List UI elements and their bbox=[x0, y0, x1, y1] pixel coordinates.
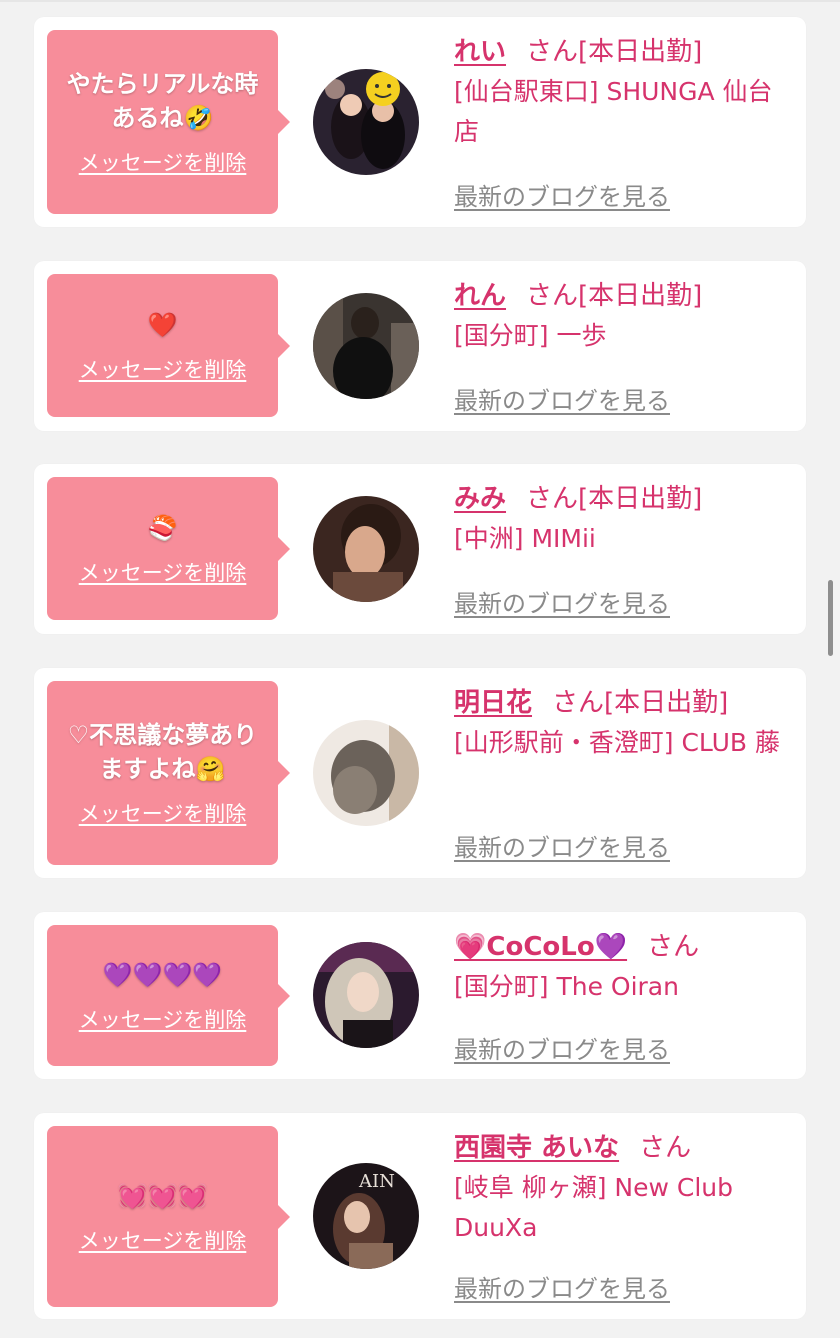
cast-info: 💗CoCoLo💜 さん [国分町] The Oiran bbox=[454, 927, 784, 1007]
message-text: ❤️ bbox=[147, 310, 178, 339]
cast-name-link[interactable]: 明日花 bbox=[454, 688, 532, 718]
cast-name-link[interactable]: 西園寺 あいな bbox=[454, 1133, 619, 1163]
cast-info: 明日花 さん[本日出勤] [山形駅前・香澄町] CLUB 藤 bbox=[454, 683, 784, 763]
delete-message-link[interactable]: メッセージを削除 bbox=[79, 1225, 247, 1255]
cast-info: みみ さん[本日出勤] [中洲] MIMii bbox=[454, 479, 784, 559]
message-text: 💜💜💜💜 bbox=[102, 960, 223, 989]
message-bubble: 💓💓💓 メッセージを削除 bbox=[47, 1126, 290, 1307]
message-bubble: ♡不思議な夢ありますよね🤗 メッセージを削除 bbox=[47, 681, 290, 865]
avatar[interactable] bbox=[313, 69, 419, 175]
delete-message-link[interactable]: メッセージを削除 bbox=[79, 798, 247, 828]
avatar[interactable] bbox=[313, 496, 419, 602]
honorific: さん bbox=[552, 688, 605, 718]
status-badge: [本日出勤] bbox=[578, 484, 703, 514]
status-badge: [本日出勤] bbox=[604, 688, 729, 718]
cast-name-link[interactable]: れん bbox=[454, 281, 506, 311]
svg-text:AIN: AIN bbox=[358, 1171, 395, 1192]
message-card: 🍣 メッセージを削除 みみ さん[本日出勤] [中洲] MIMii 最新のブログを… bbox=[34, 464, 806, 634]
message-bubble: 💜💜💜💜 メッセージを削除 bbox=[47, 925, 290, 1066]
status-badge: [本日出勤] bbox=[578, 37, 703, 67]
scrollbar[interactable] bbox=[828, 580, 833, 656]
cast-info: れん さん[本日出勤] [国分町] 一歩 bbox=[454, 276, 784, 356]
top-divider bbox=[0, 0, 840, 2]
avatar[interactable] bbox=[313, 293, 419, 399]
avatar[interactable] bbox=[313, 942, 419, 1048]
cast-name-link[interactable]: 💗CoCoLo💜 bbox=[454, 932, 627, 962]
shop-label: [中洲] MIMii bbox=[454, 524, 596, 553]
shop-label: [国分町] 一歩 bbox=[454, 321, 607, 350]
latest-blog-link[interactable]: 最新のブログを見る bbox=[454, 828, 670, 863]
delete-message-link[interactable]: メッセージを削除 bbox=[79, 354, 247, 384]
cast-info: 西園寺 あいな さん [岐阜 柳ヶ瀬] New Club DuuXa bbox=[454, 1128, 784, 1248]
message-card: 💓💓💓 メッセージを削除 AIN 西園寺 あいな さん [岐阜 柳ヶ瀬] New … bbox=[34, 1113, 806, 1319]
message-card: 💜💜💜💜 メッセージを削除 💗CoCoLo💜 さん [国分町] The Oiran… bbox=[34, 912, 806, 1079]
honorific: さん bbox=[647, 932, 700, 962]
message-text: 🍣 bbox=[147, 513, 178, 542]
delete-message-link[interactable]: メッセージを削除 bbox=[79, 1004, 247, 1034]
avatar[interactable] bbox=[313, 720, 419, 826]
message-bubble: 🍣 メッセージを削除 bbox=[47, 477, 290, 620]
shop-label: [岐阜 柳ヶ瀬] New Club DuuXa bbox=[454, 1173, 733, 1242]
honorific: さん bbox=[526, 37, 579, 67]
message-card: ♡不思議な夢ありますよね🤗 メッセージを削除 明日花 さん[本日出勤] [山形駅前… bbox=[34, 668, 806, 878]
avatar[interactable]: AIN bbox=[313, 1163, 419, 1269]
cast-name-link[interactable]: れい bbox=[454, 37, 506, 67]
shop-label: [山形駅前・香澄町] CLUB 藤 bbox=[454, 728, 780, 757]
delete-message-link[interactable]: メッセージを削除 bbox=[79, 147, 247, 177]
message-card: やたらリアルな時あるね🤣 メッセージを削除 れい さん[本日出勤] [仙台駅東口]… bbox=[34, 17, 806, 227]
honorific: さん bbox=[526, 484, 579, 514]
cast-name-link[interactable]: みみ bbox=[454, 484, 506, 514]
latest-blog-link[interactable]: 最新のブログを見る bbox=[454, 177, 670, 212]
message-bubble: やたらリアルな時あるね🤣 メッセージを削除 bbox=[47, 30, 290, 214]
message-bubble: ❤️ メッセージを削除 bbox=[47, 274, 290, 417]
shop-label: [国分町] The Oiran bbox=[454, 972, 679, 1001]
honorific: さん bbox=[639, 1133, 692, 1163]
honorific: さん bbox=[526, 281, 579, 311]
cast-info: れい さん[本日出勤] [仙台駅東口] SHUNGA 仙台店 bbox=[454, 32, 784, 152]
delete-message-link[interactable]: メッセージを削除 bbox=[79, 557, 247, 587]
latest-blog-link[interactable]: 最新のブログを見る bbox=[454, 1269, 670, 1304]
latest-blog-link[interactable]: 最新のブログを見る bbox=[454, 1030, 670, 1065]
latest-blog-link[interactable]: 最新のブログを見る bbox=[454, 381, 670, 416]
latest-blog-link[interactable]: 最新のブログを見る bbox=[454, 584, 670, 619]
status-badge: [本日出勤] bbox=[578, 281, 703, 311]
shop-label: [仙台駅東口] SHUNGA 仙台店 bbox=[454, 77, 773, 146]
message-text: やたらリアルな時あるね🤣 bbox=[66, 70, 259, 132]
message-card: ❤️ メッセージを削除 れん さん[本日出勤] [国分町] 一歩 最新のブログを見… bbox=[34, 261, 806, 431]
message-text: 💓💓💓 bbox=[117, 1181, 208, 1210]
message-text: ♡不思議な夢ありますよね🤗 bbox=[67, 721, 258, 783]
